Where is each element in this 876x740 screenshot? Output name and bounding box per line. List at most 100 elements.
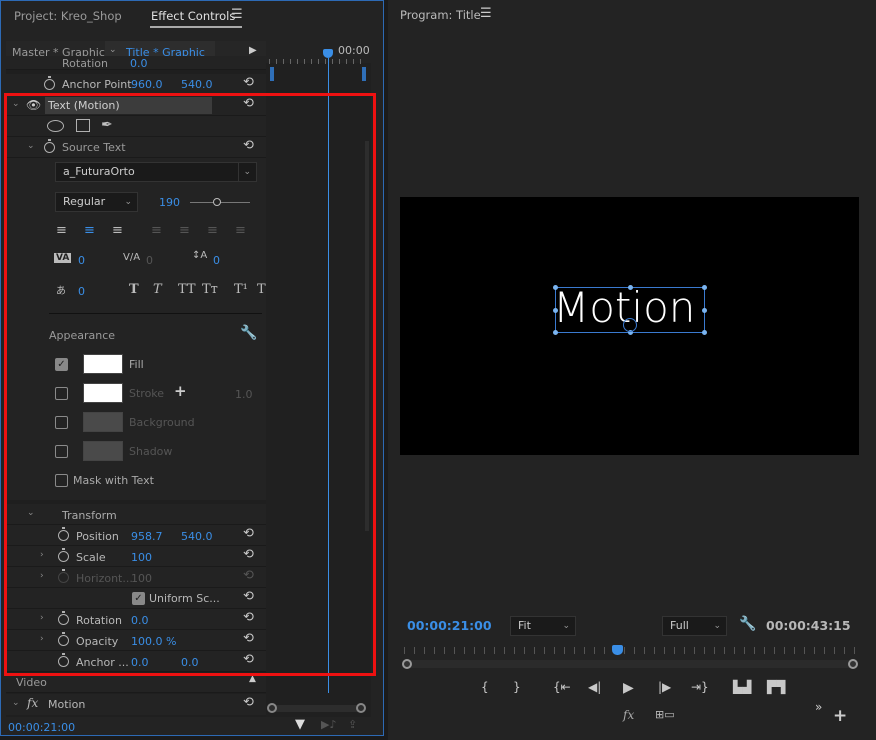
mark-in-button[interactable]: { xyxy=(481,680,489,694)
stroke-color-swatch[interactable] xyxy=(83,383,123,403)
transform-handle[interactable] xyxy=(553,330,558,335)
program-playhead[interactable] xyxy=(611,645,623,655)
go-to-in-button[interactable]: {⇤ xyxy=(553,680,571,694)
collapse-up-icon[interactable]: ▲ xyxy=(249,674,256,684)
transform-handle[interactable] xyxy=(553,285,558,290)
uniform-scale-checkbox[interactable]: ✓ xyxy=(132,592,145,605)
panel-menu-icon[interactable]: ☰ xyxy=(231,7,243,22)
button-editor-icon[interactable]: + xyxy=(833,706,847,726)
transform-handle[interactable] xyxy=(628,285,633,290)
text-layer-name[interactable]: Text (Motion) xyxy=(45,97,212,114)
all-caps-button[interactable]: TT xyxy=(178,282,196,297)
stopwatch-icon[interactable] xyxy=(58,632,69,646)
transform-handle[interactable] xyxy=(702,308,707,313)
align-center-icon[interactable]: ≡ xyxy=(84,223,95,238)
wrench-icon[interactable]: 🔧 xyxy=(739,616,756,632)
property-value-2[interactable]: 540.0 xyxy=(181,530,213,543)
eye-icon[interactable]: 👁 xyxy=(26,98,41,112)
anchor-point-y[interactable]: 540.0 xyxy=(181,78,213,91)
chevron-down-icon[interactable]: ⌄ xyxy=(27,508,35,518)
zoom-handle-left[interactable] xyxy=(267,703,277,713)
anchor-point-x[interactable]: 960.0 xyxy=(131,78,163,91)
tab-effect-controls[interactable]: Effect Controls xyxy=(151,9,235,23)
lift-button[interactable]: ▙▟ xyxy=(733,680,751,694)
stopwatch-icon[interactable] xyxy=(44,76,55,90)
align-right-icon[interactable]: ≡ xyxy=(112,223,123,238)
tracking-value[interactable]: 0 xyxy=(146,254,153,267)
stopwatch-icon[interactable] xyxy=(58,611,69,625)
align-left-icon[interactable]: ≡ xyxy=(56,223,67,238)
justify-left-icon[interactable]: ≡ xyxy=(151,223,162,238)
reset-icon[interactable]: ⟲ xyxy=(243,96,254,111)
reset-icon[interactable]: ⟲ xyxy=(243,610,254,625)
reset-icon[interactable]: ⟲ xyxy=(243,695,254,710)
fill-checkbox[interactable]: ✓ xyxy=(55,358,68,371)
go-to-out-button[interactable]: ⇥} xyxy=(691,680,709,694)
reset-icon[interactable]: ⟲ xyxy=(243,138,254,153)
stopwatch-icon[interactable] xyxy=(58,548,69,562)
stopwatch-icon[interactable] xyxy=(58,653,69,667)
property-value[interactable]: 0.0 xyxy=(131,614,149,627)
reset-icon[interactable]: ⟲ xyxy=(243,568,254,583)
chevron-right-icon[interactable]: › xyxy=(40,571,44,581)
stopwatch-icon[interactable] xyxy=(58,527,69,541)
zoom-handle-right[interactable] xyxy=(356,703,366,713)
subscript-button[interactable]: T xyxy=(257,282,266,297)
stroke-width-value[interactable]: 1.0 xyxy=(235,388,253,401)
stopwatch-icon[interactable] xyxy=(44,139,55,153)
faux-bold-button[interactable]: T xyxy=(129,282,139,297)
property-value[interactable]: 100 xyxy=(131,572,152,585)
pen-mask-icon[interactable]: ✒ xyxy=(101,117,113,133)
extract-button[interactable]: ▛▜ xyxy=(767,680,785,694)
justify-all-icon[interactable]: ≡ xyxy=(235,223,246,238)
property-value-2[interactable]: 0.0 xyxy=(181,656,199,669)
reset-icon[interactable]: ⟲ xyxy=(243,589,254,604)
font-dropdown[interactable]: a_FuturaOrto ⌄ xyxy=(55,162,257,182)
vertical-scrollbar[interactable] xyxy=(365,141,369,531)
shadow-checkbox[interactable] xyxy=(55,445,68,458)
tsume-value[interactable]: 0 xyxy=(78,285,85,298)
export-icon[interactable]: ⇪ xyxy=(348,718,357,731)
transform-handle[interactable] xyxy=(702,285,707,290)
property-value[interactable]: 0.0 xyxy=(131,656,149,669)
transform-handle[interactable] xyxy=(702,330,707,335)
reset-icon[interactable]: ⟲ xyxy=(243,547,254,562)
mask-with-text-checkbox[interactable] xyxy=(55,474,68,487)
stroke-checkbox[interactable] xyxy=(55,387,68,400)
chevron-right-icon[interactable]: › xyxy=(40,550,44,560)
play-button[interactable]: ▶ xyxy=(623,680,634,696)
chevron-right-icon[interactable]: › xyxy=(40,613,44,623)
reset-icon[interactable]: ⟲ xyxy=(243,631,254,646)
faux-italic-button[interactable]: T xyxy=(153,282,162,297)
chevron-down-icon[interactable]: ⌄ xyxy=(12,99,20,109)
playhead-timecode[interactable]: 00:00:21:00 xyxy=(407,618,492,633)
program-monitor-title[interactable]: Program: Title xyxy=(400,8,481,22)
current-timecode[interactable]: 00:00:21:00 xyxy=(8,721,75,734)
reset-icon[interactable]: ⟲ xyxy=(243,75,254,90)
small-caps-button[interactable]: Tт xyxy=(202,282,218,297)
reset-icon[interactable]: ⟲ xyxy=(243,652,254,667)
timeline-ruler[interactable]: 00:00 xyxy=(266,41,371,64)
zoom-scrollbar[interactable] xyxy=(267,703,366,713)
panel-menu-icon[interactable]: ☰ xyxy=(480,6,492,21)
slider-handle[interactable] xyxy=(213,198,221,206)
chevron-down-icon[interactable]: ⌄ xyxy=(12,698,20,708)
kerning-value[interactable]: 0 xyxy=(78,254,85,267)
wrench-icon[interactable]: 🔧 xyxy=(240,325,257,341)
rotation-value[interactable]: 0.0 xyxy=(130,57,148,70)
superscript-button[interactable]: T¹ xyxy=(234,282,248,297)
stopwatch-icon[interactable] xyxy=(58,569,69,583)
fx-toggle-button[interactable]: fx xyxy=(623,708,634,722)
zoom-level-dropdown[interactable]: Fit ⌄ xyxy=(510,616,576,636)
font-style-dropdown[interactable]: Regular ⌄ xyxy=(55,192,138,212)
anchor-point-icon[interactable] xyxy=(623,318,637,332)
leading-value[interactable]: 0 xyxy=(213,254,220,267)
multicam-button[interactable]: ⊞▭ xyxy=(655,708,675,721)
chevron-right-icon[interactable]: › xyxy=(40,634,44,644)
reset-icon[interactable]: ⟲ xyxy=(243,526,254,541)
justify-center-icon[interactable]: ≡ xyxy=(179,223,190,238)
font-size-value[interactable]: 190 xyxy=(159,196,180,209)
font-size-slider[interactable] xyxy=(190,198,250,206)
play-only-clip-icon[interactable]: ▶ xyxy=(249,45,257,56)
scrubber-end-handle[interactable] xyxy=(848,659,858,669)
